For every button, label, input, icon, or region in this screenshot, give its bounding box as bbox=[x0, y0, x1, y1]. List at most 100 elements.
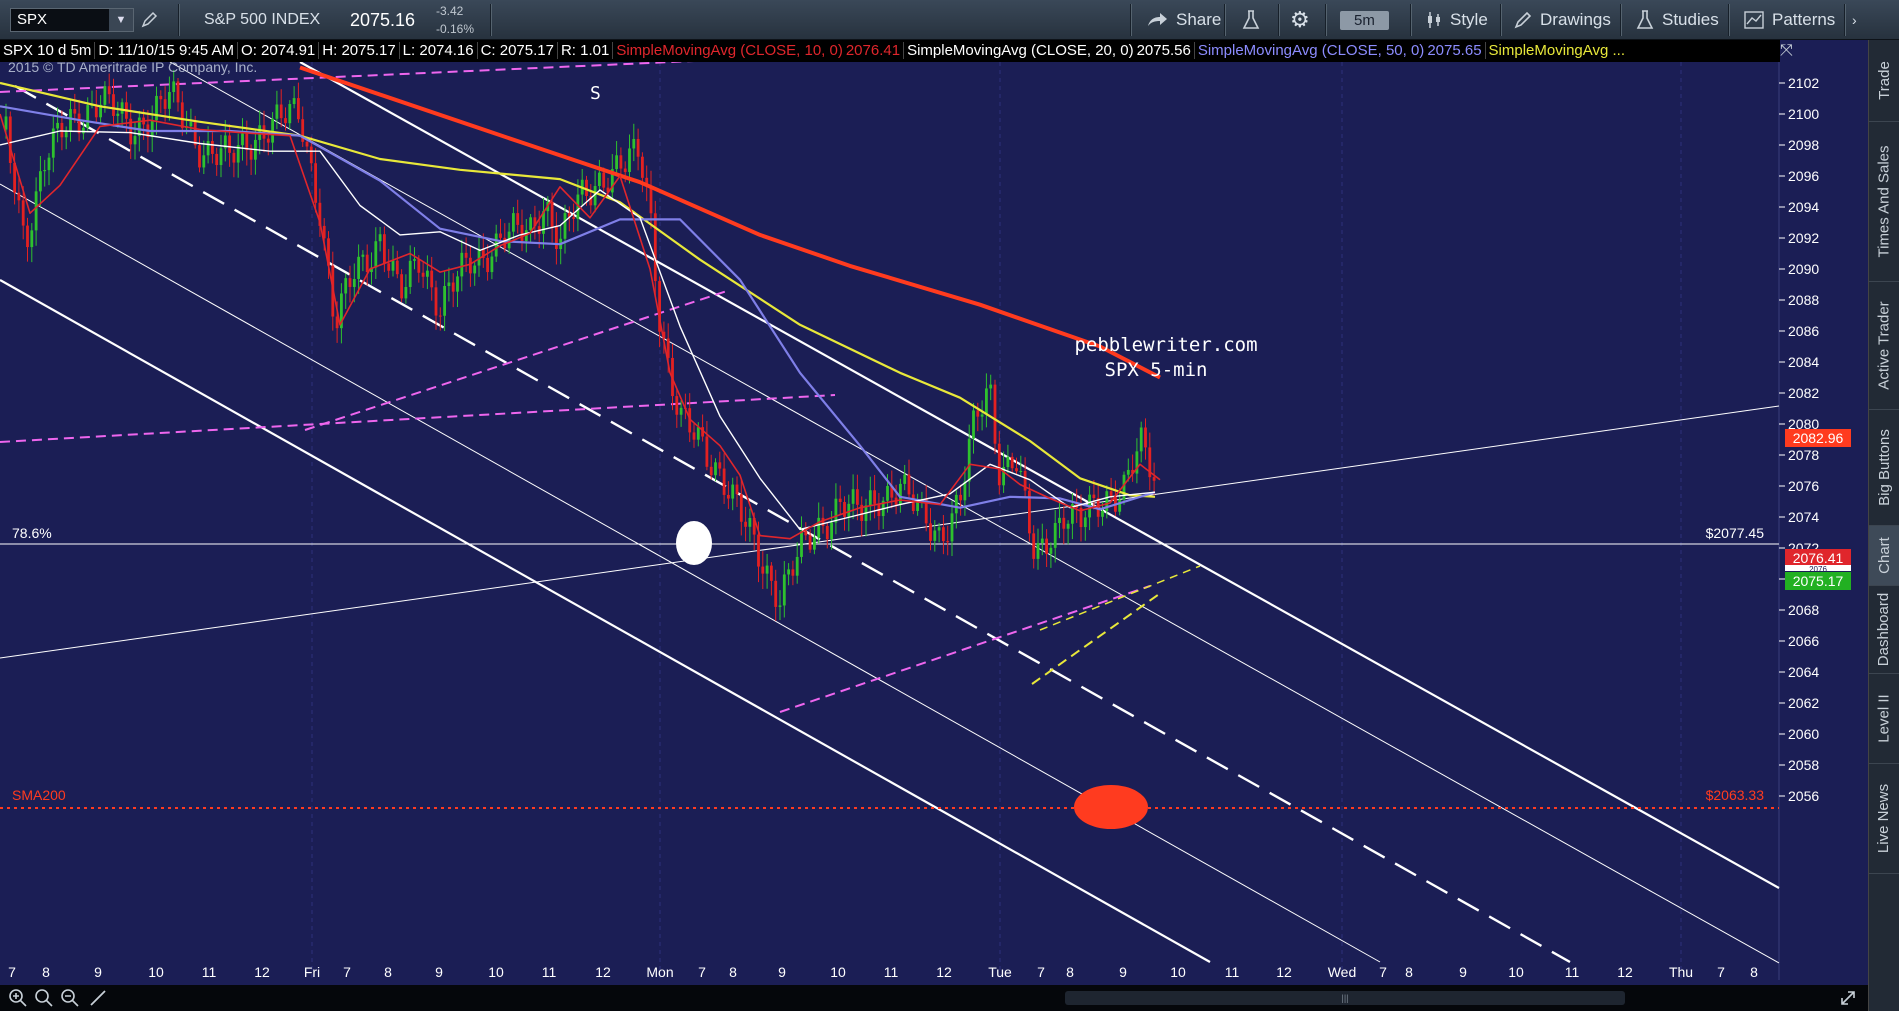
candle-body bbox=[903, 474, 907, 484]
share-button[interactable]: Share bbox=[1146, 0, 1221, 40]
patterns-label: Patterns bbox=[1772, 10, 1836, 29]
candle-body bbox=[180, 102, 184, 129]
candle-body bbox=[550, 201, 554, 227]
candle-body bbox=[705, 436, 709, 467]
toolbar: SPX ▼ S&P 500 INDEX 2075.16 -3.42 -0.16%… bbox=[0, 0, 1899, 40]
zoom-in-icon[interactable] bbox=[8, 988, 28, 1008]
candle-body bbox=[653, 213, 657, 282]
scrollbar[interactable]: ||| bbox=[1065, 991, 1625, 1005]
collapse-chevron-icon[interactable]: › bbox=[1852, 0, 1857, 40]
style-button[interactable]: Style bbox=[1426, 0, 1488, 40]
symbol-dropdown-icon[interactable]: ▼ bbox=[109, 9, 133, 31]
y-tick-label: 2090 bbox=[1788, 261, 1819, 277]
x-tick-label: 10 bbox=[148, 964, 164, 980]
candle-body bbox=[249, 150, 253, 160]
candle-body bbox=[430, 270, 434, 288]
candle-body bbox=[413, 259, 416, 261]
candle-body bbox=[856, 489, 859, 505]
candle-body bbox=[946, 541, 950, 543]
candle-body bbox=[929, 523, 932, 541]
expand-icon[interactable] bbox=[1838, 988, 1858, 1008]
candle-body bbox=[202, 155, 206, 168]
candle-body bbox=[916, 501, 919, 512]
draw-line-icon[interactable] bbox=[88, 988, 108, 1008]
candle-body bbox=[1144, 427, 1147, 448]
sma10-label[interactable]: SimpleMovingAvg (CLOSE, 10, 0) bbox=[613, 42, 843, 59]
info-close: C: 2075.17 bbox=[477, 42, 558, 59]
candle-body bbox=[176, 81, 180, 103]
candle-body bbox=[391, 260, 395, 271]
candle-body bbox=[262, 125, 266, 139]
sma100-label[interactable]: SimpleMovingAvg ... bbox=[1486, 42, 1628, 59]
candle-body bbox=[305, 141, 309, 147]
candle-body bbox=[731, 484, 735, 499]
x-tick-label: Thu bbox=[1669, 964, 1693, 980]
studies-button[interactable]: Studies bbox=[1636, 0, 1719, 40]
nav-tab-big-buttons[interactable]: Big Buttons bbox=[1869, 410, 1899, 526]
nav-tab-level-ii[interactable]: Level II bbox=[1869, 674, 1899, 764]
x-tick-label: 11 bbox=[542, 964, 557, 980]
candle-body bbox=[632, 138, 636, 149]
scrollbar-grip-icon[interactable]: ||| bbox=[1330, 993, 1360, 1003]
crosshair-icon[interactable]: ⤧ bbox=[1780, 42, 1793, 60]
candle-body bbox=[830, 522, 833, 540]
candle-body bbox=[942, 527, 945, 542]
nav-tab-dashboard[interactable]: Dashboard bbox=[1869, 586, 1899, 674]
candle-body bbox=[56, 122, 59, 129]
candle-body bbox=[464, 252, 468, 258]
candle-body bbox=[572, 217, 575, 219]
x-tick-label: 11 bbox=[1225, 964, 1240, 980]
info-range: R: 1.01 bbox=[557, 42, 614, 59]
x-tick-label: 11 bbox=[884, 964, 899, 980]
sma50-label[interactable]: SimpleMovingAvg (CLOSE, 50, 0) bbox=[1195, 42, 1425, 59]
x-tick-label: 7 bbox=[698, 964, 706, 980]
y-tick-label: 2102 bbox=[1788, 75, 1819, 91]
candle-body bbox=[619, 155, 623, 169]
x-tick-label: 7 bbox=[343, 964, 351, 980]
candle-body bbox=[800, 531, 803, 557]
candle-body bbox=[469, 257, 472, 274]
candle-body bbox=[82, 127, 85, 134]
nav-tab-times-and-sales[interactable]: Times And Sales bbox=[1869, 122, 1899, 282]
candle-body bbox=[73, 109, 77, 114]
sma20-label[interactable]: SimpleMovingAvg (CLOSE, 20, 0) bbox=[904, 42, 1134, 59]
symbol-input[interactable]: SPX ▼ bbox=[10, 8, 134, 32]
candle-body bbox=[778, 605, 782, 607]
nav-tab-live-news[interactable]: Live News bbox=[1869, 764, 1899, 874]
candle-body bbox=[232, 152, 236, 163]
y-tick-label: 2056 bbox=[1788, 788, 1819, 804]
patterns-button[interactable]: Patterns bbox=[1744, 0, 1835, 40]
time-axis[interactable]: 7 8 9 10 11 12 Fri 7 8 9 10 11 12 Mon 7 8 9 10 11 12 Tue 7 8 9 1… bbox=[0, 964, 1779, 985]
flask-icon[interactable] bbox=[1242, 0, 1260, 40]
gear-icon[interactable]: ⚙ bbox=[1290, 0, 1310, 40]
zoom-out-icon[interactable] bbox=[60, 988, 80, 1008]
fib-label: 78.6% bbox=[12, 525, 52, 541]
marker-s: S bbox=[590, 83, 601, 104]
x-tick-label: 10 bbox=[830, 964, 846, 980]
candle-body bbox=[520, 224, 524, 242]
nav-tab-label: Trade bbox=[1875, 61, 1893, 100]
price-chart[interactable]: 2015 © TD Ameritrade IP Company, Inc. S … bbox=[0, 62, 1868, 985]
pen-icon[interactable] bbox=[140, 0, 158, 40]
candle-body bbox=[722, 468, 726, 495]
candle-body bbox=[17, 192, 21, 201]
x-tick-label: 9 bbox=[778, 964, 786, 980]
x-tick-label: 9 bbox=[1459, 964, 1467, 980]
candle-body bbox=[103, 86, 107, 105]
nav-tab-trade[interactable]: Trade bbox=[1869, 40, 1899, 122]
nav-tab-label: Level II bbox=[1875, 694, 1893, 743]
candle-body bbox=[774, 580, 778, 607]
nav-tab-chart[interactable]: Chart bbox=[1869, 526, 1899, 586]
candle-body bbox=[417, 259, 421, 273]
candle-body bbox=[825, 525, 829, 540]
candle-body bbox=[460, 252, 464, 277]
candle-body bbox=[426, 270, 429, 277]
candle-body bbox=[34, 191, 38, 231]
nav-tab-active-trader[interactable]: Active Trader bbox=[1869, 282, 1899, 410]
candle-body bbox=[873, 490, 876, 504]
candle-body bbox=[804, 531, 808, 536]
price-change: -3.42 bbox=[436, 4, 464, 18]
timeframe-button[interactable]: 5m bbox=[1340, 0, 1389, 40]
zoom-fit-icon[interactable] bbox=[34, 988, 54, 1008]
drawings-button[interactable]: Drawings bbox=[1514, 0, 1611, 40]
